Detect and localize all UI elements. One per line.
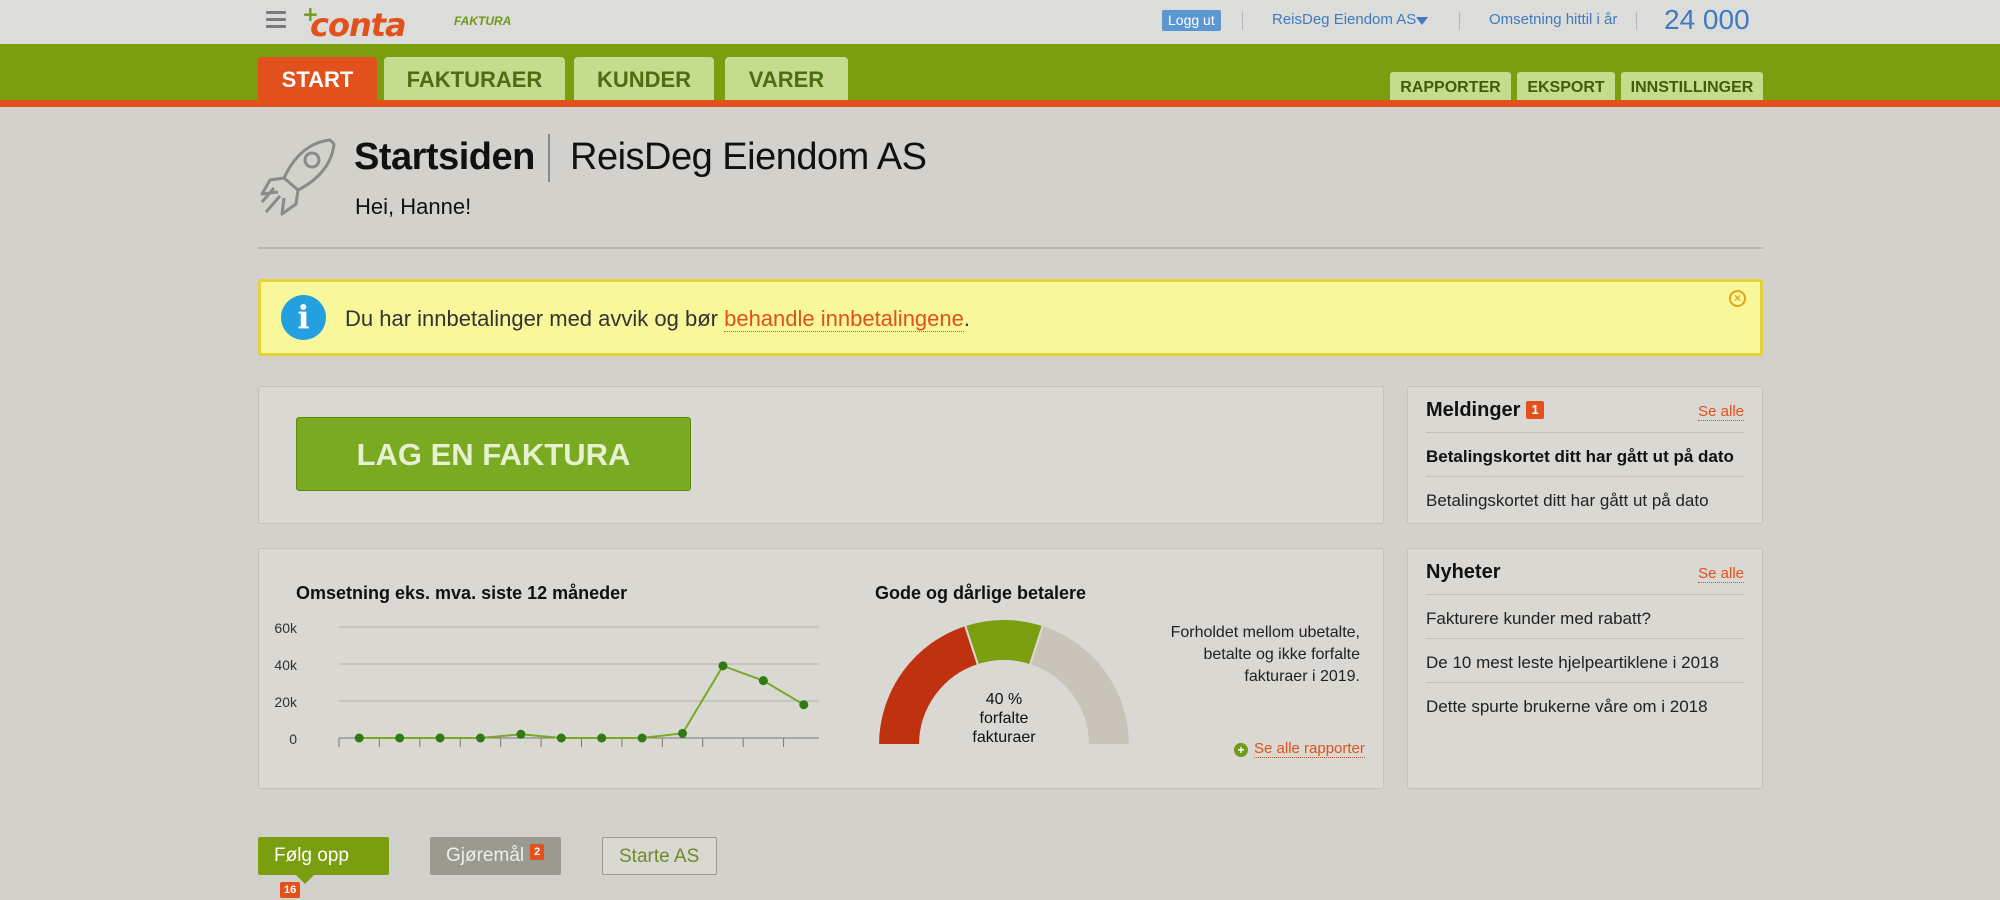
tab-fakturaer[interactable]: FAKTURAER <box>384 57 565 100</box>
data-point <box>758 676 768 686</box>
data-point <box>516 729 526 739</box>
top-bar: + conta FAKTURA Logg ut ReisDeg Eiendom … <box>0 0 2000 44</box>
data-point <box>435 733 445 743</box>
chevron-down-icon[interactable] <box>1416 17 1428 25</box>
tab-start[interactable]: START <box>258 57 377 107</box>
tab-badge: 16 <box>280 882 301 898</box>
gauge-center-label-2: fakturaer <box>972 729 1036 746</box>
messages-see-all-link[interactable]: Se alle <box>1698 403 1744 421</box>
active-tab-pointer <box>296 875 314 884</box>
data-point <box>556 733 566 743</box>
subtab-eksport[interactable]: EKSPORT <box>1517 72 1615 100</box>
greeting: Hei, Hanne! <box>355 194 472 219</box>
data-point <box>799 700 809 710</box>
divider <box>258 247 1763 249</box>
logo-sub: FAKTURA <box>454 14 512 28</box>
message-item[interactable]: Betalingskortet ditt har gått ut på dato <box>1426 432 1744 476</box>
company-selector[interactable]: ReisDeg Eiendom AS <box>1272 11 1416 28</box>
logo-word: conta <box>310 6 407 44</box>
messages-badge: 1 <box>1526 401 1544 419</box>
title-divider <box>548 134 550 182</box>
create-invoice-panel: LAG EN FAKTURA <box>258 386 1384 524</box>
divider <box>1636 12 1637 30</box>
tab-kunder[interactable]: KUNDER <box>574 57 714 100</box>
page-company: ReisDeg Eiendom AS <box>570 136 927 178</box>
gauge-description: Forholdet mellom ubetalte, betalte og ik… <box>1170 624 1360 685</box>
notice-banner: i Du har innbetalinger med avvik og bør … <box>258 279 1763 356</box>
series-line <box>359 664 805 739</box>
logout-button[interactable]: Logg ut <box>1162 10 1221 31</box>
news-panel: Nyheter Se alle Fakturere kunder med rab… <box>1407 548 1763 789</box>
data-point <box>475 733 485 743</box>
data-point <box>718 661 728 671</box>
charts-panel: Omsetning eks. mva. siste 12 måneder 60k… <box>258 548 1384 789</box>
tab-gjoremal[interactable]: Gjøremål 2 <box>430 837 561 875</box>
news-item[interactable]: Fakturere kunder med rabatt? <box>1426 594 1744 638</box>
plus-circle-icon: + <box>1234 743 1248 757</box>
turnover-label: Omsetning hittil i år <box>1489 11 1618 28</box>
page-title: Startsiden <box>354 136 535 178</box>
menu-icon[interactable] <box>266 11 286 28</box>
close-icon[interactable]: × <box>1729 290 1746 307</box>
rocket-icon <box>260 138 336 216</box>
subtab-innstillinger[interactable]: INNSTILLINGER <box>1621 72 1763 100</box>
tab-starte-as[interactable]: Starte AS <box>602 837 717 875</box>
data-point <box>597 733 607 743</box>
message-item[interactable]: Betalingskortet ditt har gått ut på dato <box>1426 476 1744 520</box>
divider <box>1459 12 1460 30</box>
all-reports-link[interactable]: Se alle rapporter <box>1254 740 1365 758</box>
turnover-value: 24 000 <box>1664 4 1750 35</box>
line-chart <box>338 626 819 747</box>
info-icon: i <box>281 295 326 340</box>
data-point <box>678 728 688 738</box>
data-point <box>354 733 364 743</box>
news-see-all-link[interactable]: Se alle <box>1698 565 1744 583</box>
notice-link[interactable]: behandle innbetalingene <box>724 306 964 332</box>
notice-message: Du har innbetalinger med avvik og bør be… <box>345 306 970 332</box>
news-item[interactable]: Dette spurte brukerne våre om i 2018 <box>1426 682 1744 726</box>
news-item[interactable]: De 10 mest leste hjelpeartiklene i 2018 <box>1426 638 1744 682</box>
messages-panel: Meldinger 1 Se alle Betalingskortet ditt … <box>1407 386 1763 524</box>
subtab-rapporter[interactable]: RAPPORTER <box>1390 72 1511 100</box>
create-invoice-button[interactable]: LAG EN FAKTURA <box>296 417 691 491</box>
pie-chart-title: Gode og dårlige betalere <box>875 583 1087 603</box>
messages-title: Meldinger 1 <box>1426 399 1544 422</box>
gauge-center-label-1: forfalte <box>979 710 1029 727</box>
gauge-center-value: 40 % <box>985 691 1023 708</box>
data-point <box>637 733 647 743</box>
divider <box>1242 12 1243 30</box>
tab-varer[interactable]: VARER <box>725 57 848 100</box>
data-point <box>395 733 405 743</box>
tab-folg-opp[interactable]: Følg opp16 <box>258 837 389 898</box>
tab-badge: 2 <box>530 844 545 860</box>
news-title: Nyheter <box>1426 561 1501 583</box>
